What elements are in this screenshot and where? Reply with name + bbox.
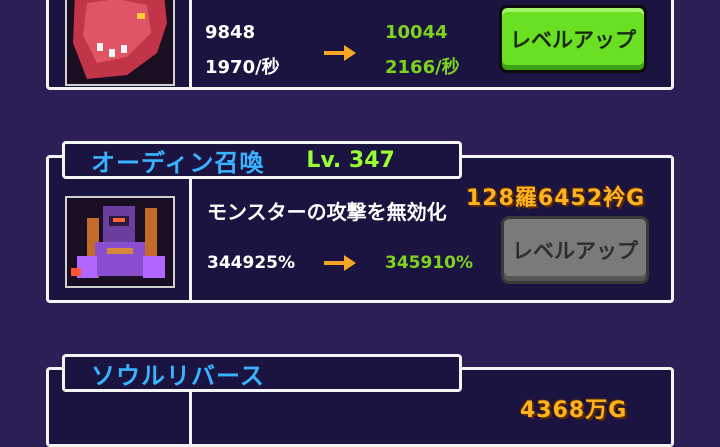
ability-description: モンスターの攻撃を無効化 bbox=[207, 200, 447, 224]
upgrade-card-1: 9848 1970/秒 10044 2166/秒 レベルアップ bbox=[46, 0, 674, 90]
rate-current: 1970/秒 bbox=[205, 57, 280, 78]
upgrade-cost: 4368万G bbox=[520, 398, 628, 423]
arrow-right-icon bbox=[324, 255, 356, 271]
card-divider bbox=[189, 0, 192, 87]
upgrade-name: オーディン召喚 bbox=[91, 148, 265, 177]
value-next: 345910% bbox=[385, 253, 474, 273]
upgrade-level: Lv. 347 bbox=[306, 147, 395, 173]
level-up-button[interactable]: レベルアップ bbox=[499, 5, 647, 73]
level-up-button-disabled[interactable]: レベルアップ bbox=[501, 216, 649, 284]
upgrade-cost: 128羅6452衿G bbox=[466, 186, 646, 211]
odin-portrait bbox=[65, 196, 175, 288]
odin-title-tab: オーディン召喚 Lv. 347 bbox=[62, 141, 462, 179]
arrow-right-icon bbox=[324, 45, 356, 61]
monster-portrait-red bbox=[65, 0, 175, 86]
value-current: 344925% bbox=[207, 253, 296, 273]
rate-next: 2166/秒 bbox=[385, 57, 460, 78]
upgrade-name: ソウルリバース bbox=[91, 361, 265, 390]
stat-current: 9848 bbox=[205, 22, 256, 43]
stat-next: 10044 bbox=[385, 22, 448, 43]
soul-reverse-title-tab: ソウルリバース bbox=[62, 354, 462, 392]
card-divider bbox=[189, 158, 192, 300]
